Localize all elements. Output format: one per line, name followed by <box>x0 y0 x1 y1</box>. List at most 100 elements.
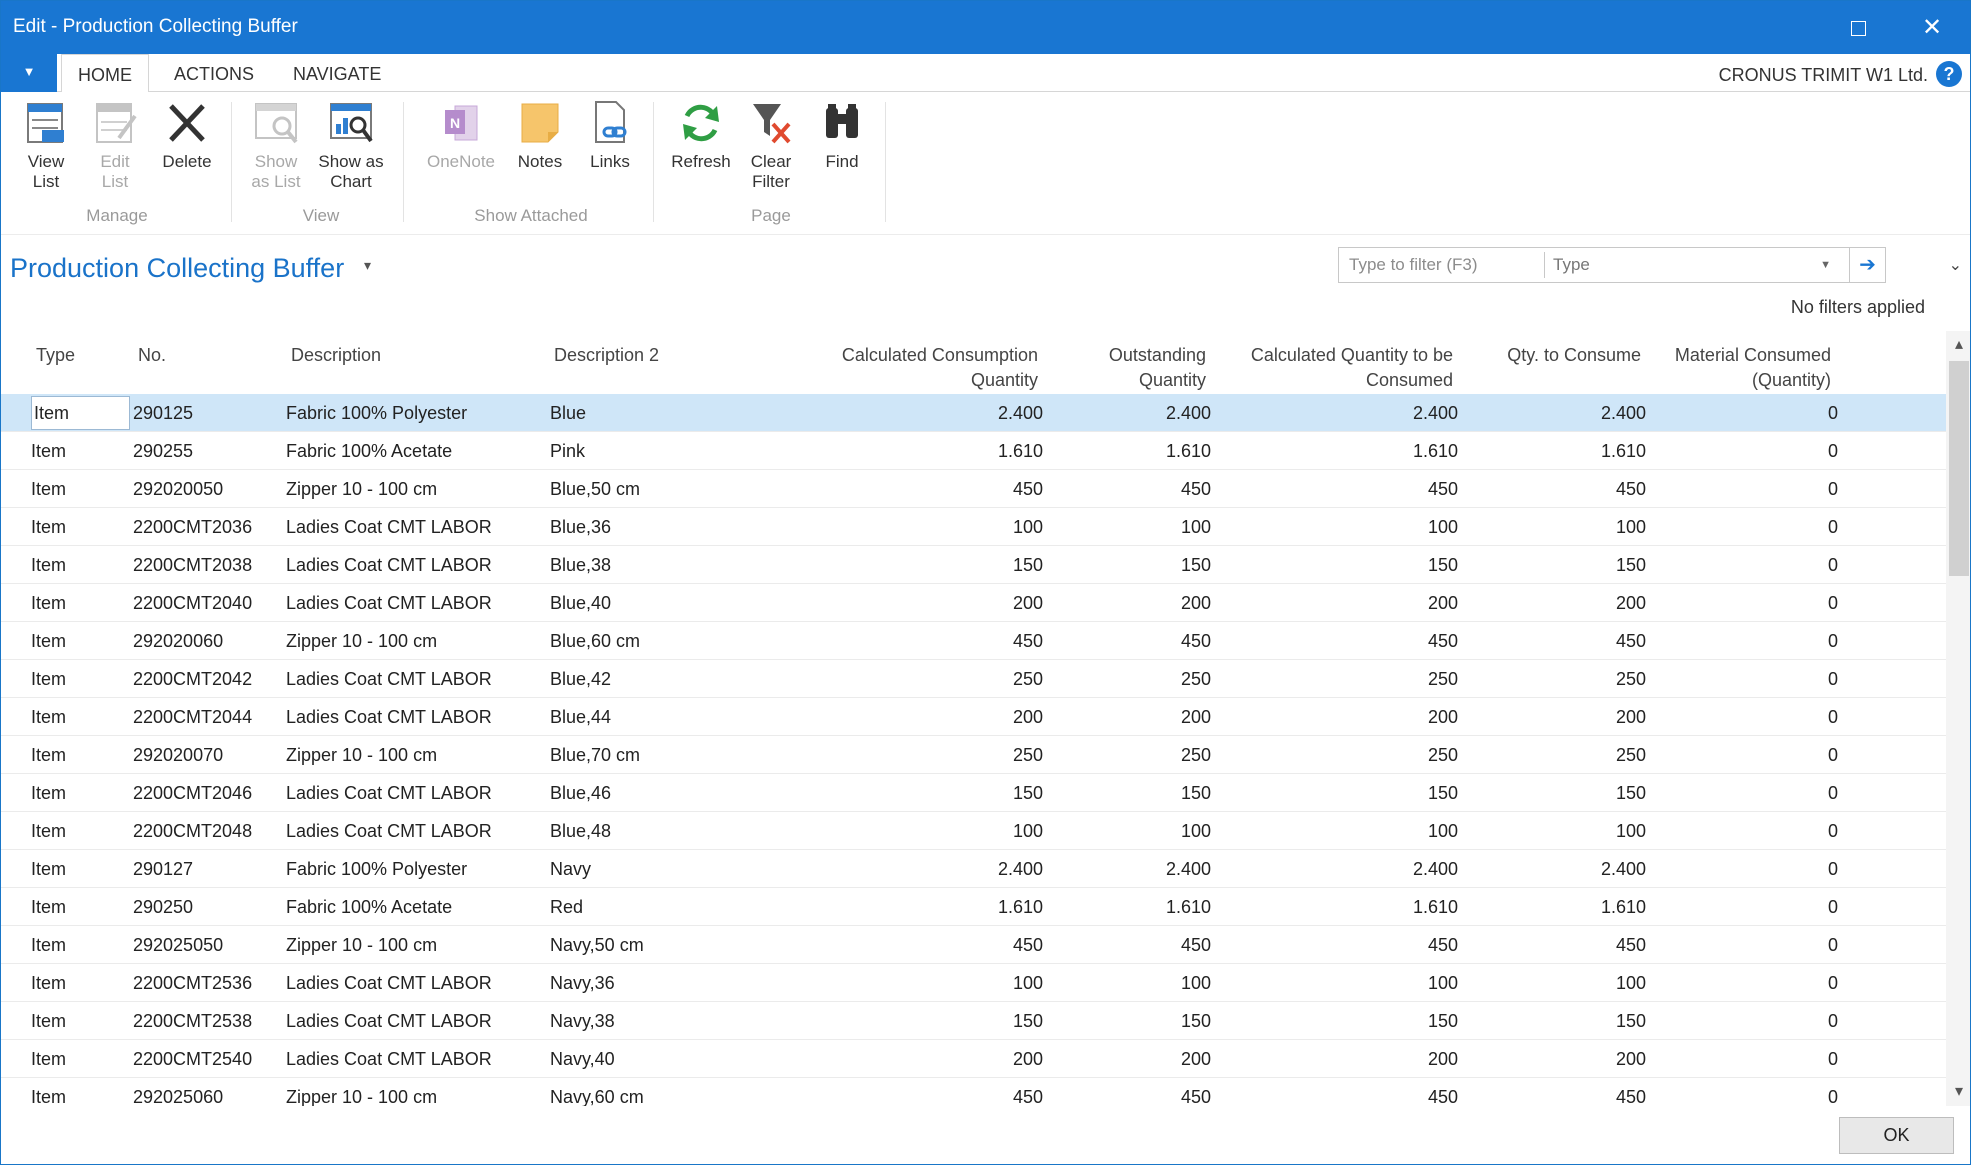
table-row[interactable]: Item 2200CMT2038 Ladies Coat CMT LABOR Blue… <box>1 546 1946 584</box>
description-cell[interactable]: Ladies Coat CMT LABOR <box>286 555 492 576</box>
no-cell[interactable]: 2200CMT2538 <box>133 1011 252 1032</box>
qty-to-consume-cell[interactable]: 450 <box>1461 631 1646 652</box>
type-cell[interactable]: Item <box>31 935 66 956</box>
calculated-quantity-to-be-consumed-cell[interactable]: 1.610 <box>1221 897 1458 918</box>
qty-to-consume-cell[interactable]: 150 <box>1461 783 1646 804</box>
tab-home[interactable]: HOME <box>61 54 149 93</box>
find-button[interactable]: Find <box>811 98 873 172</box>
calculated-consumption-quantity-cell[interactable]: 100 <box>781 517 1043 538</box>
type-cell[interactable]: Item <box>31 1087 66 1106</box>
column-header-description-2[interactable]: Description 2 <box>554 343 659 368</box>
tab-actions[interactable]: ACTIONS <box>158 54 270 92</box>
description-2-cell[interactable]: Navy,50 cm <box>550 935 644 956</box>
description-cell[interactable]: Zipper 10 - 100 cm <box>286 935 437 956</box>
type-cell[interactable]: Item <box>31 479 66 500</box>
material-consumed-cell[interactable]: 0 <box>1651 593 1838 614</box>
outstanding-quantity-cell[interactable]: 200 <box>1061 593 1211 614</box>
table-row[interactable]: Item 292020070 Zipper 10 - 100 cm Blue,70 c… <box>1 736 1946 774</box>
edit-list-button[interactable]: Edit List <box>89 98 141 192</box>
description-2-cell[interactable]: Blue,38 <box>550 555 611 576</box>
material-consumed-cell[interactable]: 0 <box>1651 403 1838 424</box>
description-2-cell[interactable]: Pink <box>550 441 585 462</box>
table-row[interactable]: Item 290125 Fabric 100% Polyester Blue 2.400… <box>1 394 1946 432</box>
no-cell[interactable]: 2200CMT2040 <box>133 593 252 614</box>
type-cell[interactable]: Item <box>31 396 130 430</box>
description-2-cell[interactable]: Blue,36 <box>550 517 611 538</box>
calculated-quantity-to-be-consumed-cell[interactable]: 450 <box>1221 1087 1458 1106</box>
scroll-up-icon[interactable]: ▴ <box>1946 334 1970 356</box>
qty-to-consume-cell[interactable]: 150 <box>1461 1011 1646 1032</box>
no-cell[interactable]: 2200CMT2044 <box>133 707 252 728</box>
qty-to-consume-cell[interactable]: 1.610 <box>1461 897 1646 918</box>
table-row[interactable]: Item 2200CMT2540 Ladies Coat CMT LABOR Navy… <box>1 1040 1946 1078</box>
description-cell[interactable]: Fabric 100% Acetate <box>286 897 452 918</box>
delete-button[interactable]: Delete <box>156 98 218 172</box>
calculated-consumption-quantity-cell[interactable]: 200 <box>781 1049 1043 1070</box>
calculated-quantity-to-be-consumed-cell[interactable]: 200 <box>1221 1049 1458 1070</box>
table-row[interactable]: Item 290250 Fabric 100% Acetate Red 1.610 1.6… <box>1 888 1946 926</box>
outstanding-quantity-cell[interactable]: 200 <box>1061 1049 1211 1070</box>
type-cell[interactable]: Item <box>31 859 66 880</box>
calculated-quantity-to-be-consumed-cell[interactable]: 150 <box>1221 783 1458 804</box>
no-cell[interactable]: 2200CMT2046 <box>133 783 252 804</box>
description-cell[interactable]: Ladies Coat CMT LABOR <box>286 1011 492 1032</box>
maximize-button[interactable] <box>1838 10 1878 46</box>
column-header-outstanding-quantity[interactable]: Outstanding Quantity <box>1061 343 1206 393</box>
scrollbar-thumb[interactable] <box>1949 361 1969 576</box>
description-cell[interactable]: Fabric 100% Polyester <box>286 403 467 424</box>
table-row[interactable]: Item 2200CMT2046 Ladies Coat CMT LABOR Blue… <box>1 774 1946 812</box>
table-row[interactable]: Item 2200CMT2040 Ladies Coat CMT LABOR Blue… <box>1 584 1946 622</box>
table-row[interactable]: Item 2200CMT2042 Ladies Coat CMT LABOR Blue… <box>1 660 1946 698</box>
calculated-consumption-quantity-cell[interactable]: 100 <box>781 973 1043 994</box>
description-2-cell[interactable]: Blue,60 cm <box>550 631 640 652</box>
vertical-scrollbar[interactable]: ▴ ▾ <box>1946 331 1970 1106</box>
description-cell[interactable]: Ladies Coat CMT LABOR <box>286 973 492 994</box>
description-cell[interactable]: Ladies Coat CMT LABOR <box>286 821 492 842</box>
outstanding-quantity-cell[interactable]: 450 <box>1061 935 1211 956</box>
table-row[interactable]: Item 2200CMT2036 Ladies Coat CMT LABOR Blue… <box>1 508 1946 546</box>
material-consumed-cell[interactable]: 0 <box>1651 1049 1838 1070</box>
description-cell[interactable]: Ladies Coat CMT LABOR <box>286 783 492 804</box>
table-row[interactable]: Item 290255 Fabric 100% Acetate Pink 1.610 1.… <box>1 432 1946 470</box>
outstanding-quantity-cell[interactable]: 450 <box>1061 479 1211 500</box>
qty-to-consume-cell[interactable]: 100 <box>1461 517 1646 538</box>
calculated-consumption-quantity-cell[interactable]: 450 <box>781 631 1043 652</box>
outstanding-quantity-cell[interactable]: 1.610 <box>1061 897 1211 918</box>
app-menu-button[interactable]: ▼ <box>1 54 57 92</box>
type-cell[interactable]: Item <box>31 897 66 918</box>
outstanding-quantity-cell[interactable]: 450 <box>1061 631 1211 652</box>
description-2-cell[interactable]: Blue,70 cm <box>550 745 640 766</box>
calculated-consumption-quantity-cell[interactable]: 1.610 <box>781 441 1043 462</box>
qty-to-consume-cell[interactable]: 450 <box>1461 1087 1646 1106</box>
close-button[interactable]: ✕ <box>1912 10 1952 46</box>
material-consumed-cell[interactable]: 0 <box>1651 745 1838 766</box>
no-cell[interactable]: 2200CMT2048 <box>133 821 252 842</box>
type-cell[interactable]: Item <box>31 441 66 462</box>
show-as-list-button[interactable]: Show as List <box>247 98 305 192</box>
calculated-quantity-to-be-consumed-cell[interactable]: 150 <box>1221 1011 1458 1032</box>
ok-button[interactable]: OK <box>1839 1117 1954 1154</box>
no-cell[interactable]: 292020050 <box>133 479 223 500</box>
column-header-description[interactable]: Description <box>291 343 381 368</box>
type-cell[interactable]: Item <box>31 1049 66 1070</box>
description-cell[interactable]: Ladies Coat CMT LABOR <box>286 517 492 538</box>
help-icon[interactable]: ? <box>1936 61 1962 87</box>
column-header-calculated-consumption-quantity[interactable]: Calculated Consumption Quantity <box>781 343 1038 393</box>
type-cell[interactable]: Item <box>31 517 66 538</box>
table-row[interactable]: Item 2200CMT2538 Ladies Coat CMT LABOR Navy… <box>1 1002 1946 1040</box>
no-cell[interactable]: 292020060 <box>133 631 223 652</box>
type-cell[interactable]: Item <box>31 783 66 804</box>
material-consumed-cell[interactable]: 0 <box>1651 555 1838 576</box>
outstanding-quantity-cell[interactable]: 250 <box>1061 669 1211 690</box>
material-consumed-cell[interactable]: 0 <box>1651 479 1838 500</box>
no-cell[interactable]: 290255 <box>133 441 193 462</box>
description-2-cell[interactable]: Blue,40 <box>550 593 611 614</box>
calculated-consumption-quantity-cell[interactable]: 200 <box>781 593 1043 614</box>
material-consumed-cell[interactable]: 0 <box>1651 1087 1838 1106</box>
show-as-chart-button[interactable]: Show as Chart <box>315 98 387 192</box>
no-cell[interactable]: 2200CMT2042 <box>133 669 252 690</box>
qty-to-consume-cell[interactable]: 150 <box>1461 555 1646 576</box>
description-2-cell[interactable]: Navy <box>550 859 591 880</box>
description-cell[interactable]: Ladies Coat CMT LABOR <box>286 669 492 690</box>
qty-to-consume-cell[interactable]: 250 <box>1461 669 1646 690</box>
